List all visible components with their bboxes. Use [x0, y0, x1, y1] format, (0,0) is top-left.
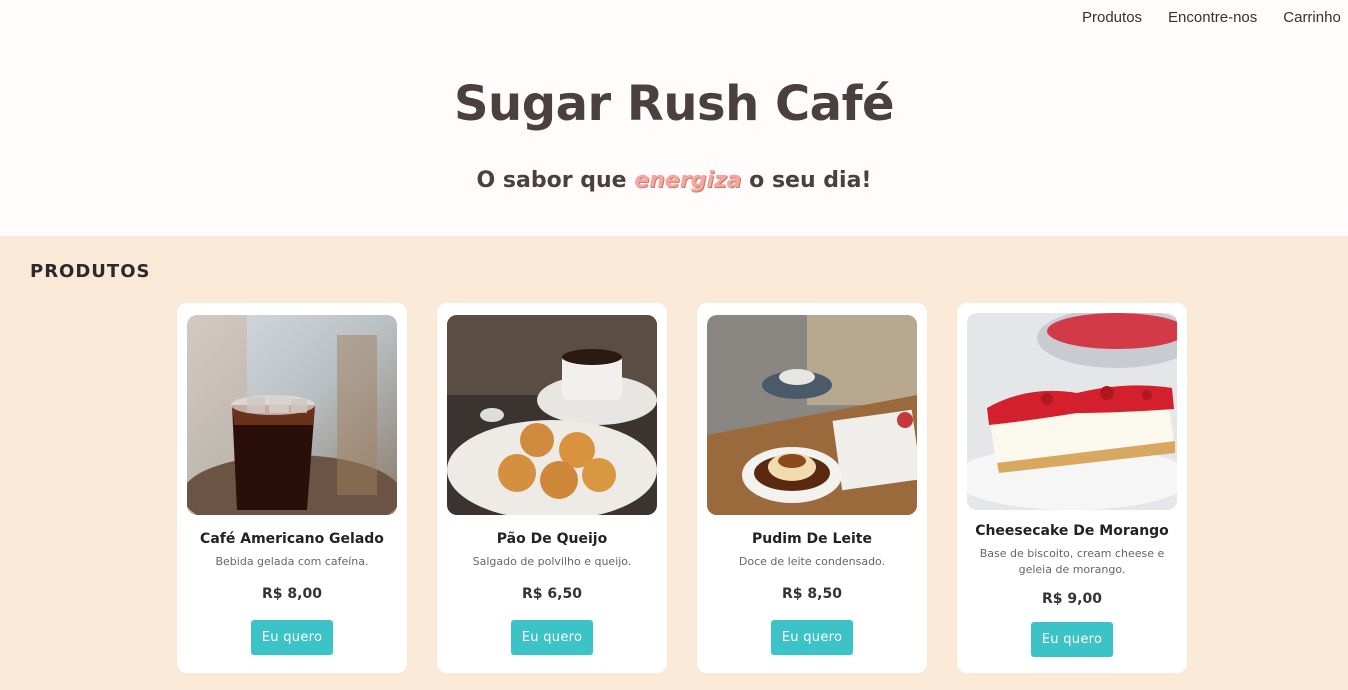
eu-quero-button[interactable]: Eu quero — [771, 620, 853, 655]
tagline-before: O sabor que — [476, 168, 635, 193]
products-section: PRODUTOS Café Americano Gelado Bebida ge… — [0, 236, 1348, 690]
product-card-pao-de-queijo: Pão De Queijo Salgado de polvilho e quei… — [437, 303, 667, 673]
eu-quero-button[interactable]: Eu quero — [511, 620, 593, 655]
product-card-cheesecake: Cheesecake De Morango Base de biscoito, … — [957, 303, 1187, 673]
eu-quero-button[interactable]: Eu quero — [251, 620, 333, 655]
product-price: R$ 6,50 — [522, 586, 582, 602]
product-description: Doce de leite condensado. — [738, 555, 886, 568]
product-description: Salgado de polvilho e queijo. — [472, 555, 632, 568]
nav-list: Produtos Encontre-nos Carrinho — [1082, 9, 1348, 26]
product-description: Base de biscoito, cream cheese e geleia … — [979, 547, 1165, 576]
product-name: Cheesecake De Morango — [975, 523, 1169, 539]
product-price: R$ 8,50 — [782, 586, 842, 602]
nav-item-carrinho[interactable]: Carrinho — [1283, 9, 1341, 26]
product-name: Pudim De Leite — [752, 531, 872, 547]
eu-quero-button[interactable]: Eu quero — [1031, 622, 1113, 657]
nav-item-produtos[interactable]: Produtos — [1082, 9, 1142, 26]
tagline-highlight: energiza — [634, 168, 742, 193]
product-card-cafe-americano: Café Americano Gelado Bebida gelada com … — [177, 303, 407, 673]
products-title: PRODUTOS — [30, 261, 151, 282]
product-price: R$ 8,00 — [262, 586, 322, 602]
product-image-cheese-bread — [447, 315, 657, 515]
site-title: Sugar Rush Café — [453, 76, 895, 132]
product-price: R$ 9,00 — [1042, 591, 1102, 607]
tagline: O sabor que energiza o seu dia! — [0, 168, 1348, 193]
nav-item-encontre-nos[interactable]: Encontre-nos — [1168, 9, 1257, 26]
top-nav: Produtos Encontre-nos Carrinho — [0, 0, 1348, 36]
product-image-cheesecake — [967, 313, 1177, 510]
product-name: Café Americano Gelado — [200, 531, 384, 547]
hero: Sugar Rush Café O sabor que energiza o s… — [0, 36, 1348, 236]
product-name: Pão De Queijo — [496, 531, 608, 547]
tagline-after: o seu dia! — [741, 168, 872, 193]
product-description: Bebida gelada com cafeína. — [215, 555, 369, 568]
product-image-iced-coffee — [187, 315, 397, 515]
product-image-pudding — [707, 315, 917, 515]
product-card-pudim: Pudim De Leite Doce de leite condensado.… — [697, 303, 927, 673]
